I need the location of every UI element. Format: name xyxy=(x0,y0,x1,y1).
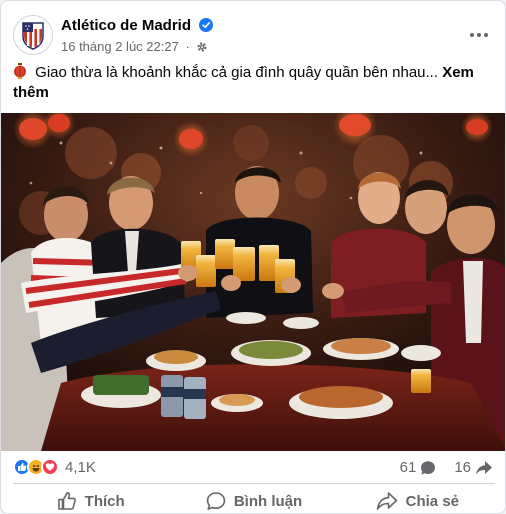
share-arrow-icon xyxy=(376,492,397,510)
shares-stat[interactable]: 16 xyxy=(454,459,493,476)
shares-count: 16 xyxy=(454,459,471,476)
reactions-summary[interactable]: 4,1K xyxy=(13,458,96,476)
lantern-emoji-icon xyxy=(14,63,26,79)
share-label: Chia sẻ xyxy=(405,492,459,510)
page-avatar[interactable] xyxy=(13,15,53,55)
post-timestamp[interactable]: 16 tháng 2 lúc 22:27 xyxy=(61,39,179,54)
meta-separator: · xyxy=(185,39,190,54)
comments-stat[interactable]: 61 xyxy=(400,459,437,476)
post-header: Atlético de Madrid 16 tháng 2 lúc 22:27 … xyxy=(13,13,495,57)
like-button[interactable]: Thích xyxy=(9,487,172,513)
post-card: Atlético de Madrid 16 tháng 2 lúc 22:27 … xyxy=(0,0,506,514)
like-label: Thích xyxy=(84,492,125,510)
more-options-button[interactable] xyxy=(465,21,493,49)
love-reaction-icon xyxy=(41,458,59,476)
speech-bubble-icon xyxy=(206,492,226,510)
share-icon xyxy=(476,460,492,475)
more-icon xyxy=(470,33,488,37)
engagement-stats: 61 16 xyxy=(400,459,493,476)
post-stats: 4,1K 61 16 xyxy=(13,455,495,481)
post-text: Giao thừa là khoảnh khắc cả gia đình quâ… xyxy=(13,63,483,103)
gear-icon[interactable] xyxy=(196,41,208,53)
post-actions: Thích Bình luận Chia sẻ xyxy=(9,487,499,513)
comment-button[interactable]: Bình luận xyxy=(172,487,335,513)
page-name-text[interactable]: Atlético de Madrid xyxy=(61,17,191,34)
post-body: Giao thừa là khoảnh khắc cả gia đình quâ… xyxy=(35,64,439,81)
page-name[interactable]: Atlético de Madrid xyxy=(61,17,214,34)
comment-icon xyxy=(421,460,436,475)
verified-icon xyxy=(199,18,214,32)
share-button[interactable]: Chia sẻ xyxy=(336,487,499,513)
atletico-crest-icon xyxy=(22,22,44,50)
comment-label: Bình luận xyxy=(233,492,303,510)
post-meta: 16 tháng 2 lúc 22:27 · xyxy=(61,39,208,54)
thumb-up-icon xyxy=(57,492,76,510)
reactions-count: 4,1K xyxy=(65,458,96,476)
actions-divider xyxy=(13,483,495,484)
comments-count: 61 xyxy=(399,459,417,476)
photo-illustration xyxy=(1,113,505,451)
post-photo[interactable] xyxy=(1,113,505,451)
